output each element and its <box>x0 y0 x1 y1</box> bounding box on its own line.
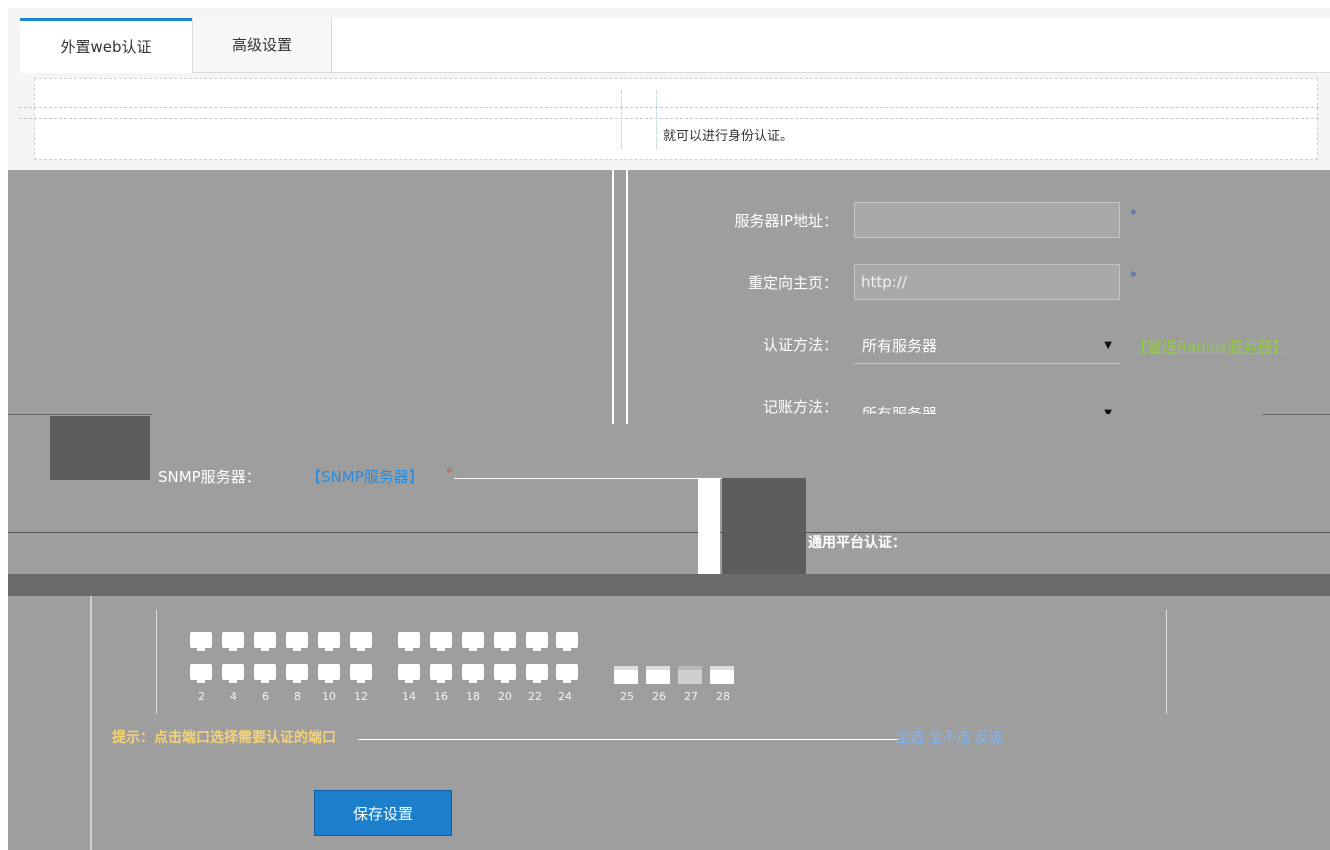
port-15[interactable] <box>430 632 452 651</box>
port-19[interactable] <box>494 632 516 651</box>
guide-line <box>612 170 614 424</box>
page-frame: 外置web认证 高级设置 就可以进行身份认证。 服务器IP地址： * 重定向主页… <box>8 8 1330 850</box>
port-24[interactable] <box>556 664 578 683</box>
divider <box>8 414 152 415</box>
port-hint-text: 提示：点击端口选择需要认证的端口 <box>112 730 336 746</box>
port-number: 16 <box>434 690 448 703</box>
port-number: 20 <box>498 690 512 703</box>
port-20[interactable] <box>494 664 516 683</box>
server-ip-input[interactable] <box>854 202 1120 238</box>
port-7[interactable] <box>286 632 308 651</box>
divider <box>8 532 1330 533</box>
port-22[interactable] <box>526 664 548 683</box>
guide-line <box>90 596 92 850</box>
port-number: 22 <box>528 690 542 703</box>
notice-box: 就可以进行身份认证。 <box>19 78 1319 160</box>
dark-block <box>50 416 150 480</box>
port-number: 27 <box>684 690 698 703</box>
port-9[interactable] <box>318 632 340 651</box>
port-16[interactable] <box>430 664 452 683</box>
auth-method-value: 所有服务器 <box>862 337 938 355</box>
divider <box>1262 414 1330 415</box>
port-17[interactable] <box>462 632 484 651</box>
port-number: 12 <box>354 690 368 703</box>
port-8[interactable] <box>286 664 308 683</box>
server-ip-label: 服务器IP地址： <box>734 212 838 230</box>
port-23[interactable] <box>556 632 578 651</box>
acct-method-value: 所有服务器 <box>862 405 938 414</box>
port-number: 24 <box>558 690 572 703</box>
port-26[interactable] <box>646 666 670 684</box>
platform-auth-label: 通用平台认证： <box>808 535 906 551</box>
port-28[interactable] <box>710 666 734 684</box>
required-mark: * <box>1130 208 1137 223</box>
port-number: 26 <box>652 690 666 703</box>
port-25[interactable] <box>614 666 638 684</box>
port-5[interactable] <box>254 632 276 651</box>
port-number: 14 <box>402 690 416 703</box>
auth-method-label: 认证方法： <box>762 336 838 354</box>
select-controls[interactable]: 全选 全不选 反选 <box>896 727 1003 747</box>
divider <box>454 478 724 479</box>
port-3[interactable] <box>222 632 244 651</box>
acct-method-label: 记账方法： <box>762 398 838 414</box>
port-number: 2 <box>198 690 205 703</box>
port-number: 28 <box>716 690 730 703</box>
tab-external-web-auth[interactable]: 外置web认证 <box>20 18 192 73</box>
snmp-link[interactable]: 【SNMP服务器】 <box>306 466 424 487</box>
acct-row-clip: 记账方法： 所有服务器 ▼ <box>688 392 1130 414</box>
port-1[interactable] <box>190 632 212 651</box>
chevron-down-icon: ▼ <box>1104 408 1112 414</box>
notice-garbled-line <box>19 107 1319 119</box>
guide-line <box>626 170 628 424</box>
save-button[interactable]: 保存设置 <box>314 790 452 836</box>
port-number: 10 <box>322 690 336 703</box>
tab-advanced-settings[interactable]: 高级设置 <box>192 18 332 72</box>
snmp-label: SNMP服务器： <box>158 468 261 486</box>
divider <box>358 739 898 740</box>
guide-line <box>156 610 157 714</box>
port-18[interactable] <box>462 664 484 683</box>
port-6[interactable] <box>254 664 276 683</box>
redirect-label: 重定向主页： <box>747 274 838 292</box>
port-14[interactable] <box>398 664 420 683</box>
notice-separator <box>621 91 657 149</box>
tab-bar: 外置web认证 高级设置 <box>20 18 1330 73</box>
required-mark: * <box>1130 270 1137 285</box>
port-11[interactable] <box>350 632 372 651</box>
acct-method-select[interactable]: 所有服务器 ▼ <box>854 396 1120 414</box>
port-number: 8 <box>294 690 301 703</box>
port-number: 18 <box>466 690 480 703</box>
port-21[interactable] <box>526 632 548 651</box>
redirect-input[interactable]: http:// <box>854 264 1120 300</box>
port-12[interactable] <box>350 664 372 683</box>
required-mark: * <box>446 466 453 481</box>
port-10[interactable] <box>318 664 340 683</box>
port-number: 4 <box>230 690 237 703</box>
auth-method-select[interactable]: 所有服务器 ▼ <box>854 328 1120 364</box>
manage-radius-link[interactable]: 【管理Radius服务器】 <box>1132 336 1287 357</box>
port-number: 6 <box>262 690 269 703</box>
notice-text: 就可以进行身份认证。 <box>663 129 794 144</box>
port-number: 25 <box>620 690 634 703</box>
port-27[interactable] <box>678 666 702 684</box>
port-2[interactable] <box>190 664 212 683</box>
guide-line <box>1166 610 1167 714</box>
dark-band <box>8 574 1330 596</box>
port-4[interactable] <box>222 664 244 683</box>
port-13[interactable] <box>398 632 420 651</box>
chevron-down-icon: ▼ <box>1104 340 1112 351</box>
settings-panel: 服务器IP地址： * 重定向主页： http:// * 认证方法： 所有服务器 … <box>8 170 1330 850</box>
